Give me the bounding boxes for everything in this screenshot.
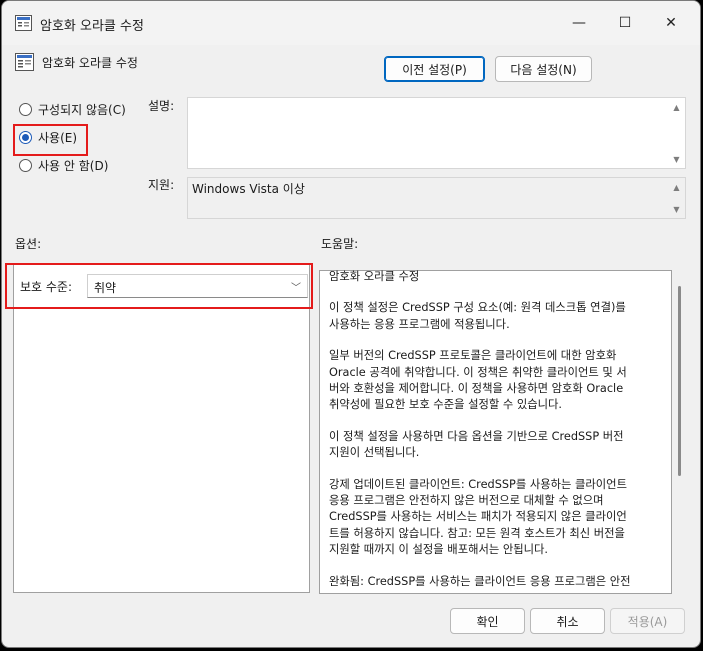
minimize-button[interactable]: — <box>556 1 602 45</box>
scroll-down-icon[interactable]: ▼ <box>668 152 685 166</box>
supported-label: 지원: <box>148 178 175 192</box>
help-text: 암호화 오라클 수정 이 정책 설정은 CredSSP 구성 요소(예: 원격 … <box>325 269 668 591</box>
radio-not-configured[interactable]: 구성되지 않음(C) <box>19 101 126 118</box>
title-bar[interactable]: 암호화 오라클 수정 — ☐ ✕ <box>2 1 700 45</box>
policy-editor-window: 암호화 오라클 수정 — ☐ ✕ 암호화 오라클 수정 이전 설정(P) 다음 … <box>1 0 701 648</box>
help-label: 도움말: <box>321 237 359 251</box>
help-paragraph: 이 정책 설정을 사용하면 다음 옵션을 기반으로 CredSSP 버전 지원이… <box>329 429 624 460</box>
close-button[interactable]: ✕ <box>648 1 694 45</box>
options-panel <box>13 264 310 593</box>
apply-button[interactable]: 적용(A) <box>610 608 685 634</box>
next-setting-button[interactable]: 다음 설정(N) <box>495 56 592 82</box>
radio-disabled-circle[interactable] <box>19 159 32 172</box>
help-paragraph: 암호화 오라클 수정 <box>329 270 420 283</box>
radio-not-configured-label: 구성되지 않음(C) <box>38 103 126 117</box>
help-paragraph: 완화됨: CredSSP를 사용하는 클라이언트 응용 프로그램은 안전 하지 … <box>329 574 631 588</box>
radio-disabled-label: 사용 안 함(D) <box>38 159 109 173</box>
enabled-highlight-box <box>13 124 88 156</box>
scroll-up-icon[interactable]: ▲ <box>668 100 685 114</box>
help-paragraph: 강제 업데이트된 클라이언트: CredSSP를 사용하는 클라이언트 응용 프… <box>329 477 627 557</box>
protection-level-highlight-box <box>5 263 313 309</box>
help-paragraph: 이 정책 설정은 CredSSP 구성 요소(예: 원격 데스크톱 연결)를 사… <box>329 301 626 331</box>
supported-field: Windows Vista 이상 ▲ ▼ <box>187 177 686 219</box>
previous-setting-button[interactable]: 이전 설정(P) <box>384 56 485 82</box>
minimize-icon: — <box>572 15 586 31</box>
supported-text: Windows Vista 이상 <box>192 182 305 196</box>
policy-settings-icon <box>15 15 32 31</box>
options-label: 옵션: <box>15 237 42 251</box>
scroll-up-icon[interactable]: ▲ <box>668 180 685 194</box>
help-paragraph: 일부 버전의 CredSSP 프로토콜은 클라이언트에 대한 암호화 Oracl… <box>329 349 627 412</box>
comment-scrollbar[interactable]: ▲ ▼ <box>668 98 685 168</box>
maximize-icon: ☐ <box>618 15 632 31</box>
supported-scrollbar[interactable]: ▲ ▼ <box>668 178 685 218</box>
scroll-down-icon[interactable]: ▼ <box>668 202 685 216</box>
help-scrollbar[interactable] <box>678 286 681 476</box>
radio-not-configured-circle[interactable] <box>19 103 32 116</box>
window-title: 암호화 오라클 수정 <box>40 19 144 34</box>
close-icon: ✕ <box>665 15 677 31</box>
policy-name: 암호화 오라클 수정 <box>42 56 138 70</box>
radio-disabled[interactable]: 사용 안 함(D) <box>19 157 108 174</box>
maximize-button[interactable]: ☐ <box>602 1 648 45</box>
comment-label: 설명: <box>148 99 175 113</box>
ok-button[interactable]: 확인 <box>450 608 525 634</box>
comment-field[interactable]: ▲ ▼ <box>187 97 686 169</box>
cancel-button[interactable]: 취소 <box>530 608 605 634</box>
policy-icon <box>15 53 34 71</box>
